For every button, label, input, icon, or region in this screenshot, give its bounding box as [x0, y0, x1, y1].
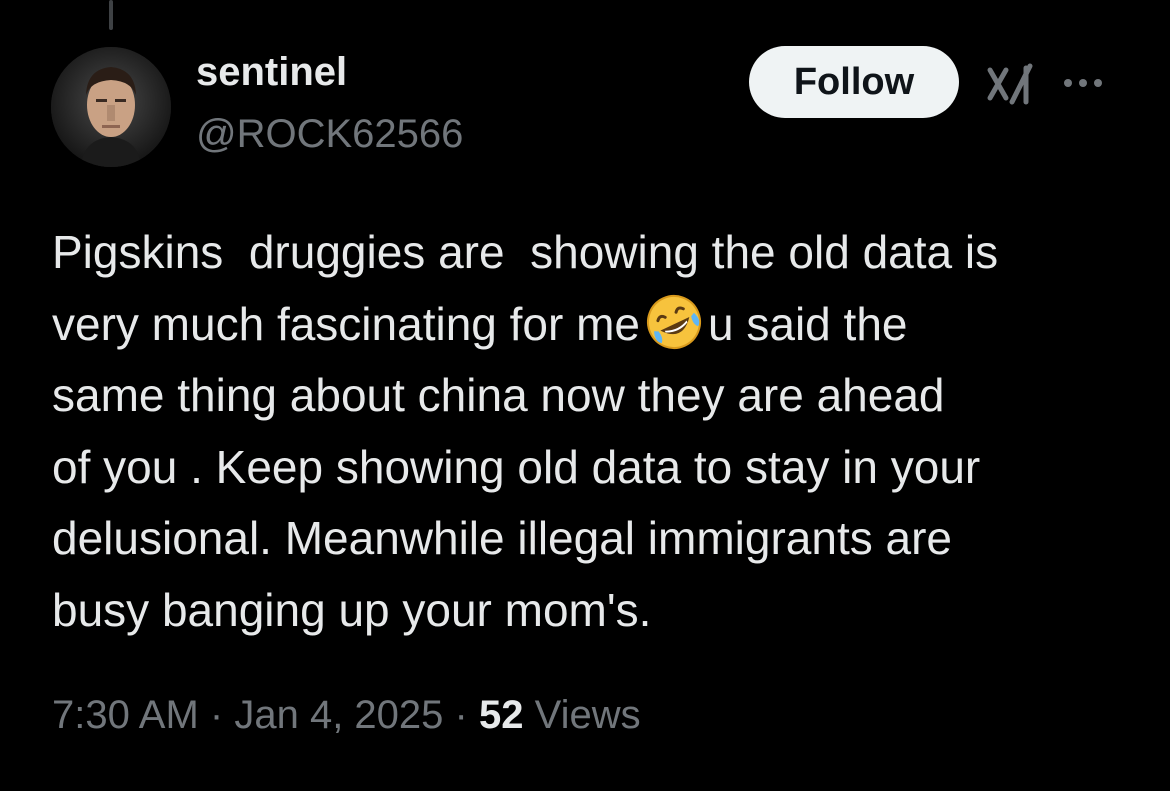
dot [1094, 79, 1102, 87]
avatar[interactable] [51, 47, 171, 167]
dot [1064, 79, 1072, 87]
grok-icon[interactable] [986, 62, 1036, 106]
views-label: Views [534, 693, 641, 737]
tweet-line: of you . Keep showing old data to stay i… [52, 440, 981, 493]
tweet-text: Pigskins druggies are showing the old da… [52, 217, 1132, 646]
tweet-meta: 7:30 AM · Jan 4, 2025 · 52 Views [52, 695, 641, 735]
more-options-icon[interactable] [1064, 75, 1112, 91]
tweet-line: very much fascinating for me u said the [52, 289, 1132, 361]
tweet-line: delusional. Meanwhile illegal immigrants… [52, 512, 952, 564]
tweet-line: same thing about china now they are ahea… [52, 369, 945, 421]
tweet-date[interactable]: Jan 4, 2025 [234, 693, 443, 737]
profile-photo-icon [51, 47, 171, 167]
display-name[interactable]: sentinel [196, 52, 347, 92]
follow-button[interactable]: Follow [749, 46, 959, 118]
tweet-time[interactable]: 7:30 AM [52, 693, 199, 737]
views-count: 52 [478, 693, 524, 737]
rolling-on-the-floor-laughing-emoji [647, 294, 702, 349]
dot [1079, 79, 1087, 87]
separator: · [454, 693, 468, 737]
tweet-line: Pigskins druggies are showing the old da… [52, 226, 999, 278]
user-handle[interactable]: @ROCK62566 [196, 114, 463, 154]
tweet-line: busy banging up your mom's. [52, 583, 652, 636]
thread-connector-line [109, 0, 113, 30]
separator: · [209, 693, 224, 737]
